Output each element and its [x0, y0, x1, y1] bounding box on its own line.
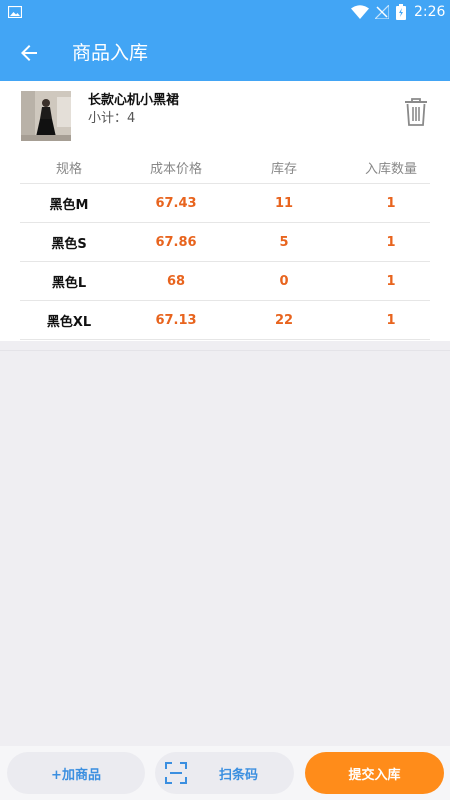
- row-spec: 黑色XL: [46, 314, 92, 330]
- row-stock: 11: [274, 195, 294, 211]
- product-subtotal: 小计：4: [88, 111, 136, 126]
- row-cost[interactable]: 67.86: [118, 223, 234, 261]
- header-cost: 成本价格: [149, 161, 202, 177]
- row-stock: 0: [279, 273, 289, 289]
- app-bar: 商品入库: [0, 25, 450, 81]
- row-qty[interactable]: 1: [334, 262, 448, 300]
- row-qty[interactable]: 1: [334, 301, 448, 339]
- product-thumbnail[interactable]: [21, 91, 71, 141]
- row-spec: 黑色M: [49, 197, 89, 213]
- scan-icon: [165, 762, 187, 784]
- row-stock: 5: [279, 234, 289, 250]
- table-header: 规格 成本价格 库存 入库数量: [20, 151, 430, 184]
- back-arrow-icon[interactable]: [17, 41, 41, 65]
- row-cost[interactable]: 67.13: [118, 301, 234, 339]
- product-card: 长款心机小黑裙 小计：4 规格 成本价格 库存 入库数量 黑色M 67.43 1…: [0, 81, 450, 341]
- spec-table: 规格 成本价格 库存 入库数量 黑色M 67.43 11 1 黑色S 67.86…: [20, 151, 430, 340]
- bottom-action-bar: +加商品 扫条码 提交入库: [0, 746, 450, 800]
- status-time: 2:26: [414, 4, 446, 20]
- header-qty: 入库数量: [364, 161, 417, 177]
- status-bar: 2:26: [0, 0, 450, 25]
- row-qty[interactable]: 1: [334, 184, 448, 222]
- table-row: 黑色L 68 0 1: [20, 262, 430, 301]
- trash-icon[interactable]: [404, 98, 428, 126]
- image-notification-icon: [8, 6, 22, 18]
- row-spec: 黑色S: [51, 236, 87, 252]
- submit-stock-in-button[interactable]: 提交入库: [305, 752, 444, 794]
- header-spec: 规格: [55, 161, 82, 177]
- page-title: 商品入库: [72, 42, 149, 64]
- scan-barcode-label: 扫条码: [219, 767, 259, 783]
- row-stock: 22: [274, 312, 294, 328]
- section-divider: [0, 341, 450, 351]
- row-spec: 黑色L: [51, 275, 87, 291]
- scan-barcode-button[interactable]: 扫条码: [155, 752, 294, 794]
- table-row: 黑色M 67.43 11 1: [20, 184, 430, 223]
- table-row: 黑色S 67.86 5 1: [20, 223, 430, 262]
- signal-icon: [375, 5, 389, 19]
- add-product-button[interactable]: +加商品: [7, 752, 145, 794]
- header-stock: 库存: [270, 161, 297, 177]
- row-qty[interactable]: 1: [334, 223, 448, 261]
- wifi-icon: [351, 5, 369, 19]
- product-name: 长款心机小黑裙: [88, 93, 180, 108]
- product-photo-icon: [21, 91, 71, 141]
- row-cost[interactable]: 67.43: [118, 184, 234, 222]
- table-row: 黑色XL 67.13 22 1: [20, 301, 430, 340]
- battery-charging-icon: [396, 4, 406, 20]
- row-cost[interactable]: 68: [118, 262, 234, 300]
